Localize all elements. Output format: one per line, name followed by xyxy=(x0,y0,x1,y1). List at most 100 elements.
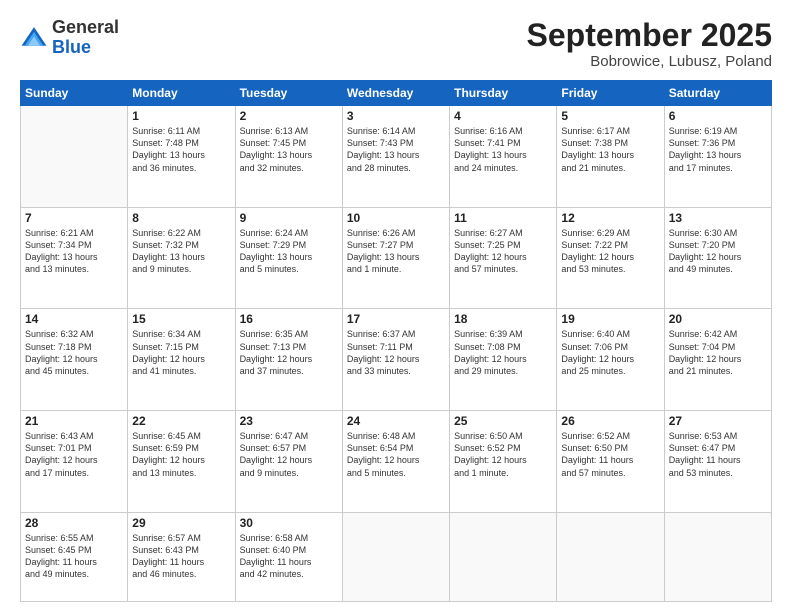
day-info: Sunrise: 6:53 AM Sunset: 6:47 PM Dayligh… xyxy=(669,430,767,479)
day-cell: 1Sunrise: 6:11 AM Sunset: 7:48 PM Daylig… xyxy=(128,106,235,208)
day-number: 24 xyxy=(347,414,445,428)
day-cell: 17Sunrise: 6:37 AM Sunset: 7:11 PM Dayli… xyxy=(342,309,449,411)
col-thursday: Thursday xyxy=(450,81,557,106)
day-cell: 9 Sunrise: 6:24 AM Sunset: 7:29 PM Daylig… xyxy=(235,207,342,309)
day-cell: 10 Sunrise: 6:26 AM Sunset: 7:27 PM Dayli… xyxy=(342,207,449,309)
day-cell: 11 Sunrise: 6:27 AM Sunset: 7:25 PM Dayli… xyxy=(450,207,557,309)
day-cell xyxy=(450,512,557,601)
day-info: Sunrise: 6:48 AM Sunset: 6:54 PM Dayligh… xyxy=(347,430,445,479)
day-cell: 27 Sunrise: 6:53 AM Sunset: 6:47 PM Dayli… xyxy=(664,411,771,513)
day-cell: 8Sunrise: 6:22 AM Sunset: 7:32 PM Daylig… xyxy=(128,207,235,309)
day-number: 7 xyxy=(25,211,123,225)
day-info: Sunrise: 6:14 AM Sunset: 7:43 PM Dayligh… xyxy=(347,125,445,174)
day-info: Sunrise: 6:29 AM Sunset: 7:22 PM Dayligh… xyxy=(561,227,659,276)
day-cell: 23Sunrise: 6:47 AM Sunset: 6:57 PM Dayli… xyxy=(235,411,342,513)
week-row-3: 14 Sunrise: 6:32 AM Sunset: 7:18 PM Dayli… xyxy=(21,309,772,411)
week-row-2: 7 Sunrise: 6:21 AM Sunset: 7:34 PM Daylig… xyxy=(21,207,772,309)
day-number: 8 xyxy=(132,211,230,225)
day-info: Sunrise: 6:50 AM Sunset: 6:52 PM Dayligh… xyxy=(454,430,552,479)
day-cell: 6Sunrise: 6:19 AM Sunset: 7:36 PM Daylig… xyxy=(664,106,771,208)
day-info: Sunrise: 6:16 AM Sunset: 7:41 PM Dayligh… xyxy=(454,125,552,174)
col-wednesday: Wednesday xyxy=(342,81,449,106)
month-title: September 2025 xyxy=(527,18,772,53)
day-cell: 30 Sunrise: 6:58 AM Sunset: 6:40 PM Dayli… xyxy=(235,512,342,601)
header: General Blue September 2025 Bobrowice, L… xyxy=(20,18,772,70)
week-row-1: 1Sunrise: 6:11 AM Sunset: 7:48 PM Daylig… xyxy=(21,106,772,208)
day-info: Sunrise: 6:57 AM Sunset: 6:43 PM Dayligh… xyxy=(132,532,230,581)
day-cell: 28 Sunrise: 6:55 AM Sunset: 6:45 PM Dayli… xyxy=(21,512,128,601)
day-number: 20 xyxy=(669,312,767,326)
col-friday: Friday xyxy=(557,81,664,106)
day-info: Sunrise: 6:34 AM Sunset: 7:15 PM Dayligh… xyxy=(132,328,230,377)
day-cell: 7 Sunrise: 6:21 AM Sunset: 7:34 PM Daylig… xyxy=(21,207,128,309)
logo-text: General Blue xyxy=(52,18,119,58)
day-cell xyxy=(21,106,128,208)
day-number: 11 xyxy=(454,211,552,225)
day-number: 28 xyxy=(25,516,123,530)
title-block: September 2025 Bobrowice, Lubusz, Poland xyxy=(527,18,772,70)
day-number: 17 xyxy=(347,312,445,326)
col-saturday: Saturday xyxy=(664,81,771,106)
day-cell: 19 Sunrise: 6:40 AM Sunset: 7:06 PM Dayli… xyxy=(557,309,664,411)
day-number: 14 xyxy=(25,312,123,326)
day-info: Sunrise: 6:43 AM Sunset: 7:01 PM Dayligh… xyxy=(25,430,123,479)
day-info: Sunrise: 6:45 AM Sunset: 6:59 PM Dayligh… xyxy=(132,430,230,479)
logo: General Blue xyxy=(20,18,119,58)
day-number: 25 xyxy=(454,414,552,428)
day-number: 3 xyxy=(347,109,445,123)
day-cell: 26Sunrise: 6:52 AM Sunset: 6:50 PM Dayli… xyxy=(557,411,664,513)
day-number: 27 xyxy=(669,414,767,428)
day-info: Sunrise: 6:30 AM Sunset: 7:20 PM Dayligh… xyxy=(669,227,767,276)
day-info: Sunrise: 6:17 AM Sunset: 7:38 PM Dayligh… xyxy=(561,125,659,174)
day-info: Sunrise: 6:42 AM Sunset: 7:04 PM Dayligh… xyxy=(669,328,767,377)
day-info: Sunrise: 6:11 AM Sunset: 7:48 PM Dayligh… xyxy=(132,125,230,174)
day-info: Sunrise: 6:47 AM Sunset: 6:57 PM Dayligh… xyxy=(240,430,338,479)
day-cell: 15 Sunrise: 6:34 AM Sunset: 7:15 PM Dayli… xyxy=(128,309,235,411)
day-info: Sunrise: 6:58 AM Sunset: 6:40 PM Dayligh… xyxy=(240,532,338,581)
day-number: 22 xyxy=(132,414,230,428)
day-info: Sunrise: 6:26 AM Sunset: 7:27 PM Dayligh… xyxy=(347,227,445,276)
day-number: 4 xyxy=(454,109,552,123)
day-number: 15 xyxy=(132,312,230,326)
day-info: Sunrise: 6:40 AM Sunset: 7:06 PM Dayligh… xyxy=(561,328,659,377)
day-info: Sunrise: 6:55 AM Sunset: 6:45 PM Dayligh… xyxy=(25,532,123,581)
day-info: Sunrise: 6:13 AM Sunset: 7:45 PM Dayligh… xyxy=(240,125,338,174)
day-info: Sunrise: 6:35 AM Sunset: 7:13 PM Dayligh… xyxy=(240,328,338,377)
location: Bobrowice, Lubusz, Poland xyxy=(527,53,772,70)
day-number: 2 xyxy=(240,109,338,123)
day-number: 18 xyxy=(454,312,552,326)
day-number: 13 xyxy=(669,211,767,225)
col-sunday: Sunday xyxy=(21,81,128,106)
col-tuesday: Tuesday xyxy=(235,81,342,106)
day-info: Sunrise: 6:21 AM Sunset: 7:34 PM Dayligh… xyxy=(25,227,123,276)
day-info: Sunrise: 6:32 AM Sunset: 7:18 PM Dayligh… xyxy=(25,328,123,377)
day-cell xyxy=(557,512,664,601)
day-cell: 2 Sunrise: 6:13 AM Sunset: 7:45 PM Daylig… xyxy=(235,106,342,208)
day-number: 16 xyxy=(240,312,338,326)
day-cell: 4 Sunrise: 6:16 AM Sunset: 7:41 PM Daylig… xyxy=(450,106,557,208)
day-number: 10 xyxy=(347,211,445,225)
day-cell: 25 Sunrise: 6:50 AM Sunset: 6:52 PM Dayli… xyxy=(450,411,557,513)
col-monday: Monday xyxy=(128,81,235,106)
week-row-5: 28 Sunrise: 6:55 AM Sunset: 6:45 PM Dayli… xyxy=(21,512,772,601)
day-cell: 18Sunrise: 6:39 AM Sunset: 7:08 PM Dayli… xyxy=(450,309,557,411)
day-info: Sunrise: 6:27 AM Sunset: 7:25 PM Dayligh… xyxy=(454,227,552,276)
day-info: Sunrise: 6:24 AM Sunset: 7:29 PM Dayligh… xyxy=(240,227,338,276)
day-cell: 16 Sunrise: 6:35 AM Sunset: 7:13 PM Dayli… xyxy=(235,309,342,411)
day-number: 5 xyxy=(561,109,659,123)
day-cell: 21 Sunrise: 6:43 AM Sunset: 7:01 PM Dayli… xyxy=(21,411,128,513)
day-number: 9 xyxy=(240,211,338,225)
day-cell: 3 Sunrise: 6:14 AM Sunset: 7:43 PM Daylig… xyxy=(342,106,449,208)
logo-icon xyxy=(20,24,48,52)
day-cell xyxy=(664,512,771,601)
day-number: 19 xyxy=(561,312,659,326)
day-info: Sunrise: 6:52 AM Sunset: 6:50 PM Dayligh… xyxy=(561,430,659,479)
day-number: 21 xyxy=(25,414,123,428)
day-cell: 24 Sunrise: 6:48 AM Sunset: 6:54 PM Dayli… xyxy=(342,411,449,513)
day-cell xyxy=(342,512,449,601)
day-number: 6 xyxy=(669,109,767,123)
day-number: 30 xyxy=(240,516,338,530)
page: General Blue September 2025 Bobrowice, L… xyxy=(0,0,792,612)
day-cell: 12Sunrise: 6:29 AM Sunset: 7:22 PM Dayli… xyxy=(557,207,664,309)
day-cell: 22 Sunrise: 6:45 AM Sunset: 6:59 PM Dayli… xyxy=(128,411,235,513)
